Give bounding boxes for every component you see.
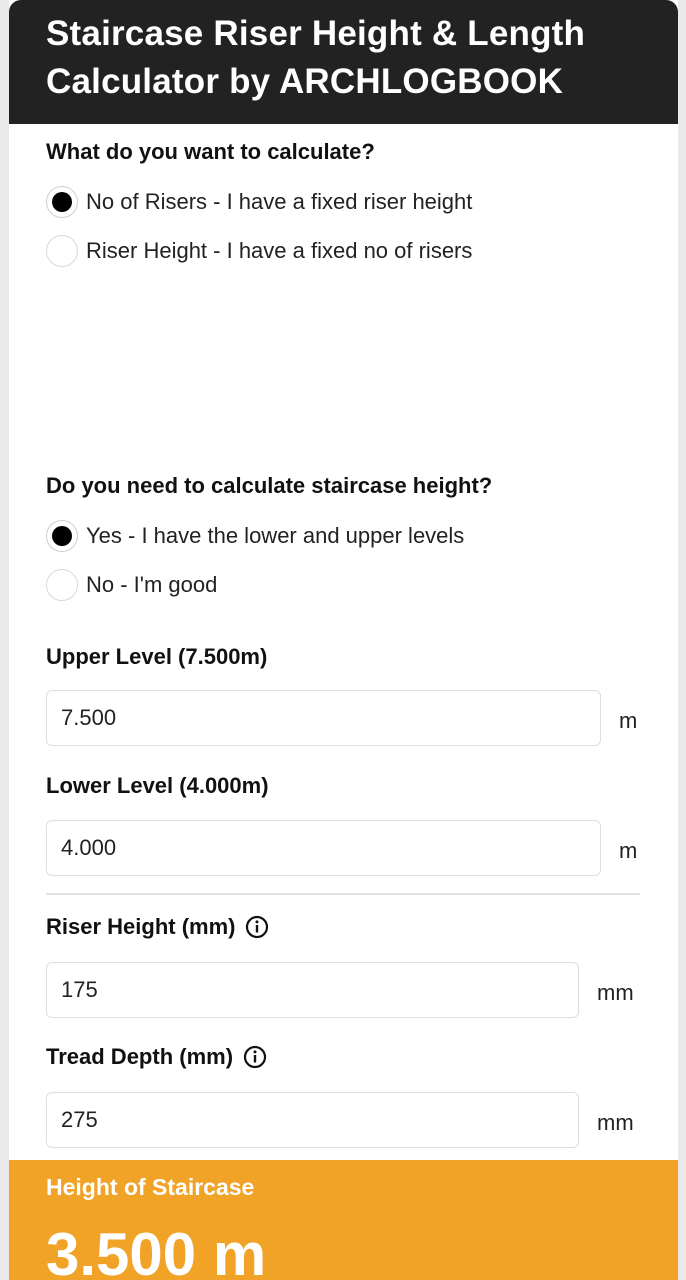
- calc-mode-question: What do you want to calculate?: [46, 139, 375, 164]
- calculator-card: Staircase Riser Height & Length Calculat…: [9, 0, 678, 1280]
- tread-depth-unit: mm: [597, 1110, 634, 1135]
- lower-level-input[interactable]: [46, 820, 601, 876]
- riser-height-unit: mm: [597, 980, 634, 1005]
- result-value: 3.500 m: [46, 1221, 267, 1280]
- upper-level-label: Upper Level (7.500m): [46, 644, 268, 669]
- radio-option-riser-height[interactable]: Riser Height - I have a fixed no of rise…: [46, 234, 472, 268]
- radio-button-unchecked[interactable]: [46, 235, 78, 267]
- info-icon[interactable]: [245, 915, 269, 939]
- tread-depth-label-row: Tread Depth (mm): [46, 1044, 267, 1070]
- title-line-1: Staircase Riser Height & Length: [46, 14, 586, 53]
- info-icon[interactable]: [243, 1045, 267, 1069]
- radio-dot: [52, 526, 72, 546]
- page-title: Staircase Riser Height & Length Calculat…: [46, 10, 678, 106]
- riser-height-label-row: Riser Height (mm): [46, 914, 269, 940]
- radio-label: No of Risers - I have a fixed riser heig…: [86, 189, 473, 214]
- riser-height-label: Riser Height (mm): [46, 914, 236, 939]
- result-label: Height of Staircase: [46, 1174, 255, 1200]
- radio-button-checked[interactable]: [46, 520, 78, 552]
- result-panel: Height of Staircase 3.500 m: [9, 1160, 678, 1280]
- riser-height-input[interactable]: [46, 962, 579, 1018]
- height-mode-question: Do you need to calculate staircase heigh…: [46, 473, 493, 498]
- upper-level-input[interactable]: [46, 690, 601, 746]
- radio-button-checked[interactable]: [46, 186, 78, 218]
- tread-depth-label: Tread Depth (mm): [46, 1044, 234, 1069]
- radio-label: No - I'm good: [86, 572, 218, 597]
- tread-depth-input[interactable]: [46, 1092, 579, 1148]
- calculator-header: Staircase Riser Height & Length Calculat…: [9, 0, 678, 124]
- lower-level-label: Lower Level (4.000m): [46, 773, 269, 798]
- radio-button-unchecked[interactable]: [46, 569, 78, 601]
- upper-level-unit: m: [619, 708, 638, 733]
- radio-dot: [52, 192, 72, 212]
- lower-level-unit: m: [619, 838, 638, 863]
- radio-option-no-good[interactable]: No - I'm good: [46, 568, 217, 602]
- title-line-2: Calculator by ARCHLOGBOOK: [46, 62, 564, 101]
- divider: [46, 893, 640, 895]
- radio-option-yes-levels[interactable]: Yes - I have the lower and upper levels: [46, 519, 464, 553]
- radio-option-no-of-risers[interactable]: No of Risers - I have a fixed riser heig…: [46, 185, 472, 219]
- radio-label: Riser Height - I have a fixed no of rise…: [86, 238, 473, 263]
- radio-label: Yes - I have the lower and upper levels: [86, 523, 465, 548]
